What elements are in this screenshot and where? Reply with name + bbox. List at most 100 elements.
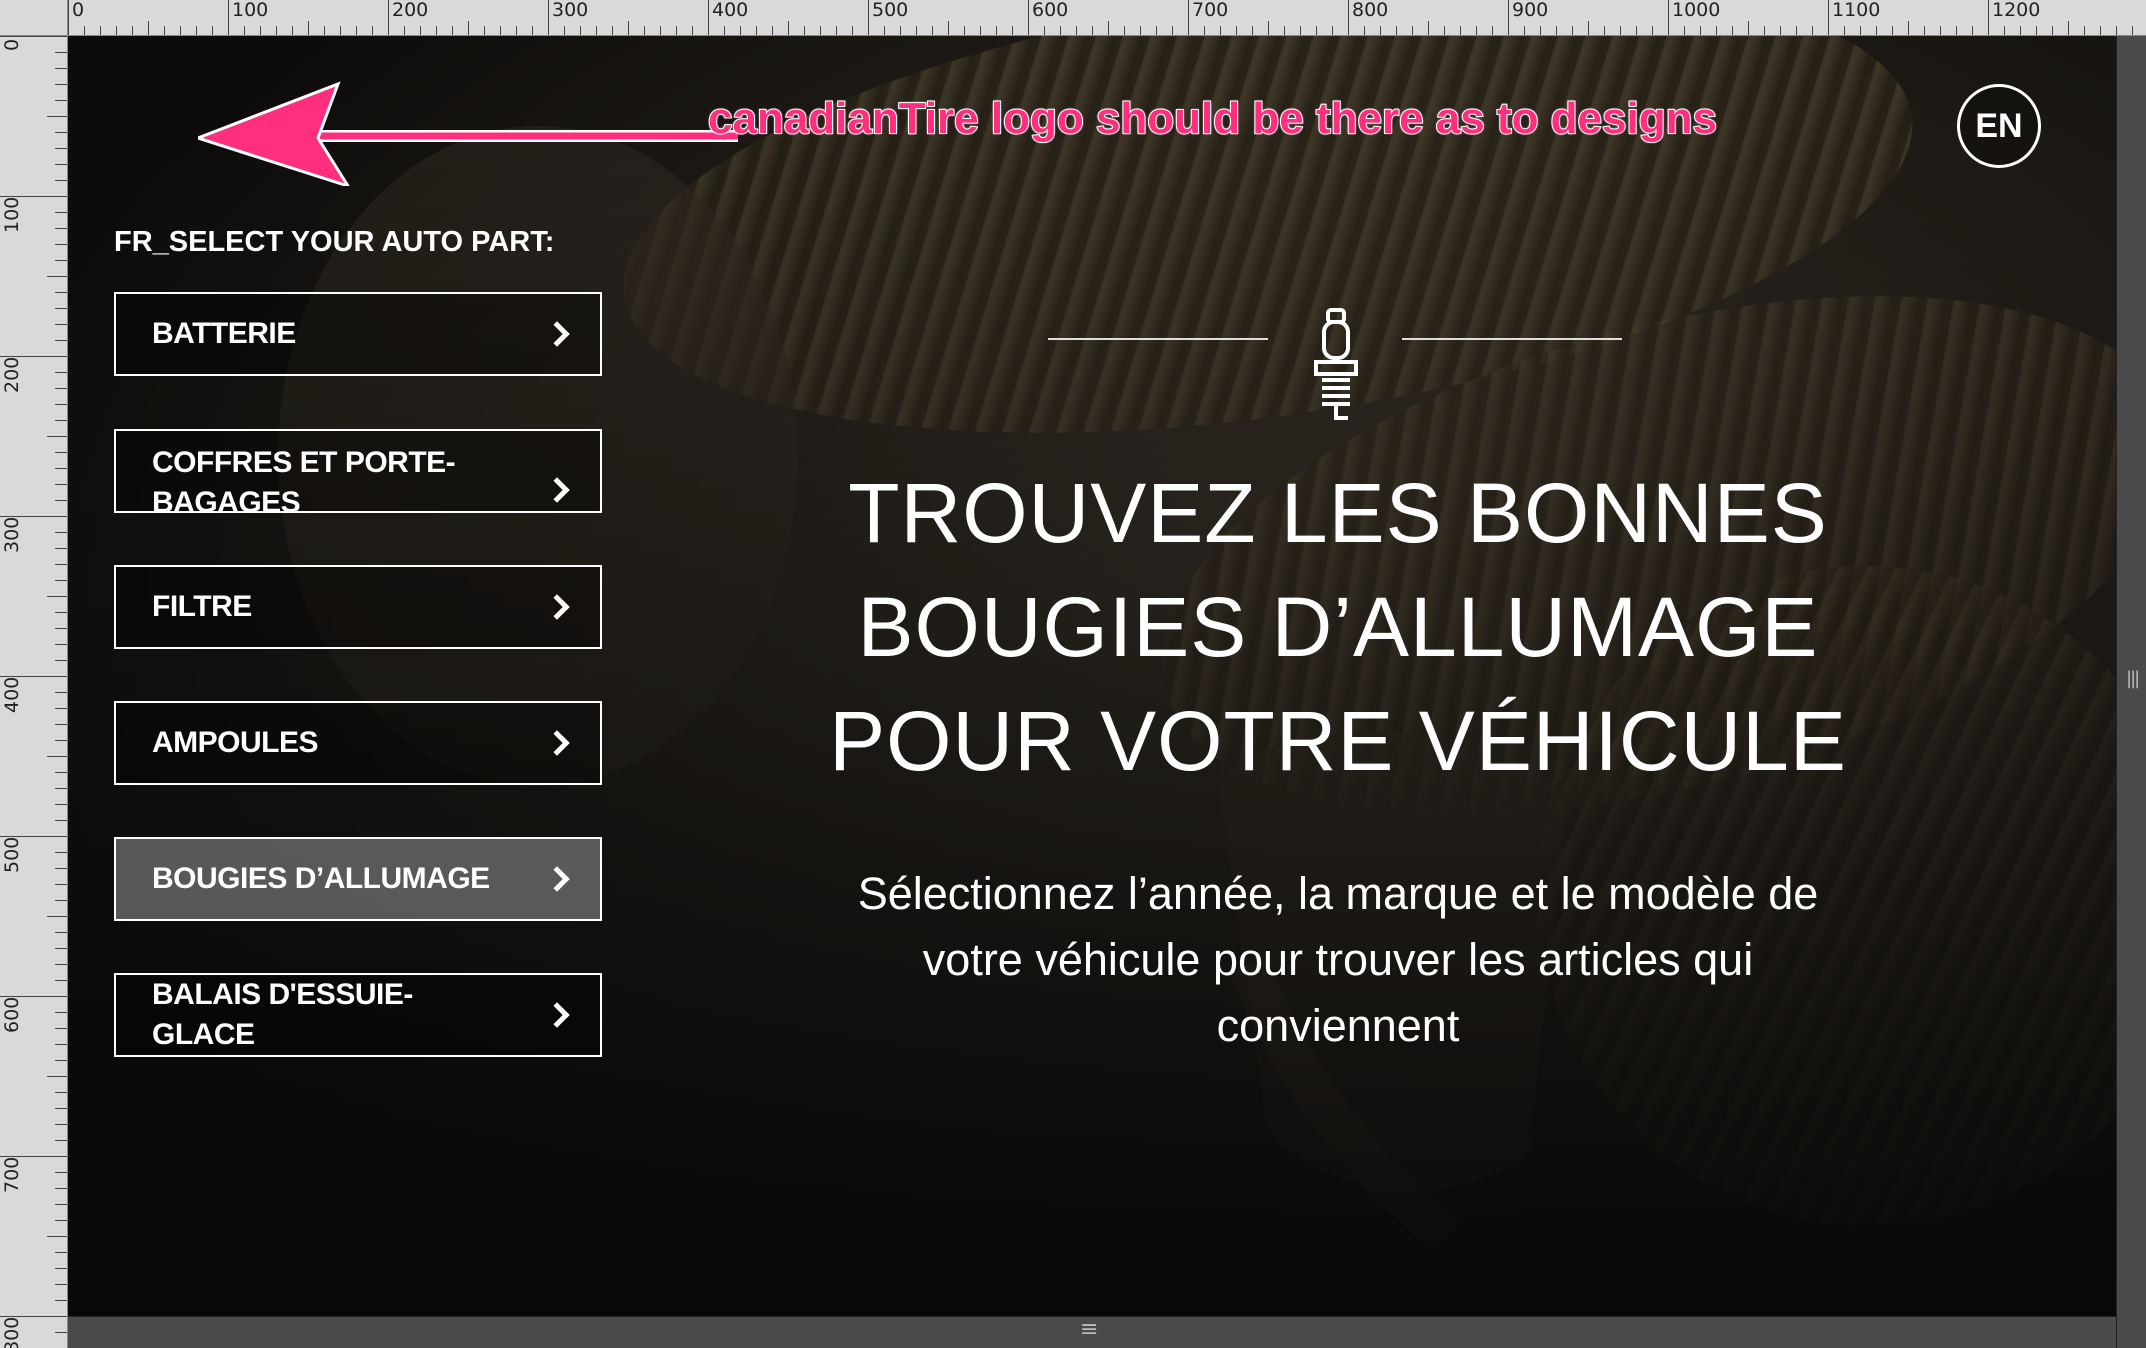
vertical-resize-bar[interactable]: ||| (2116, 36, 2146, 1348)
part-button-filtre[interactable]: FILTRE (114, 565, 602, 649)
ruler-tick (55, 484, 67, 485)
ruler-tick (100, 26, 101, 35)
ruler-tick (1956, 26, 1957, 35)
ruler-tick (1588, 21, 1589, 35)
part-label: BATTERIE (152, 317, 296, 350)
annotation-note: canadianTire logo should be there as to … (707, 93, 1718, 144)
ruler-tick (1140, 26, 1141, 35)
ruler-tick (1012, 26, 1013, 35)
ruler-tick (2036, 26, 2037, 35)
resize-grip-icon: ||| (2126, 668, 2140, 689)
ruler-tick (55, 1252, 67, 1253)
sidebar-title: FR_SELECT YOUR AUTO PART: (114, 226, 555, 258)
ruler-tick (55, 1204, 67, 1205)
ruler-tick (55, 68, 67, 69)
ruler-tick (1220, 26, 1221, 35)
ruler-tick (564, 26, 565, 35)
ruler-tick (676, 26, 677, 35)
ruler-tick (55, 1284, 67, 1285)
ruler-tick (628, 21, 629, 35)
ruler-tick (55, 932, 67, 933)
ruler-tick (1908, 21, 1909, 35)
ruler-tick (1604, 26, 1605, 35)
part-button-coffres[interactable]: COFFRES ET PORTE- BAGAGES (114, 429, 602, 519)
divider-left (1048, 338, 1268, 340)
ruler-tick (55, 228, 67, 229)
ruler-tick (55, 820, 67, 821)
ruler-tick (1620, 26, 1621, 35)
ruler-tick (820, 26, 821, 35)
ruler-tick (1572, 26, 1573, 35)
ruler-tick (55, 388, 67, 389)
ruler-tick (55, 900, 67, 901)
chevron-right-icon (544, 730, 570, 756)
ruler-tick (436, 26, 437, 35)
ruler-tick (55, 532, 67, 533)
ruler-tick (55, 164, 67, 165)
ruler-tick (55, 580, 67, 581)
ruler-tick (1476, 26, 1477, 35)
ruler-label: 300 (552, 0, 589, 21)
ruler-tick (772, 26, 773, 35)
language-toggle-button[interactable]: EN (1957, 84, 2041, 168)
ruler-tick (55, 548, 67, 549)
ruler-tick (55, 244, 67, 245)
ruler-tick (484, 26, 485, 35)
ruler-tick (1428, 21, 1429, 35)
ruler-tick (0, 36, 67, 37)
ruler-tick (1156, 26, 1157, 35)
ruler-tick (2132, 26, 2133, 35)
ruler-tick (468, 21, 469, 35)
ruler-tick (2068, 21, 2069, 35)
ruler-tick (1076, 26, 1077, 35)
ruler-tick (276, 26, 277, 35)
ruler-tick (612, 26, 613, 35)
ruler-tick (55, 1124, 67, 1125)
ruler-tick (1972, 26, 1973, 35)
ruler-tick (55, 852, 67, 853)
ruler-label: 900 (1512, 0, 1549, 21)
ruler-label: 1000 (1672, 0, 1721, 21)
ruler-tick (1636, 26, 1637, 35)
ruler-tick (148, 21, 149, 35)
ruler-tick (1892, 26, 1893, 35)
ruler-tick (55, 1268, 67, 1269)
ruler-tick (1380, 26, 1381, 35)
horizontal-resize-bar[interactable]: ≡ (68, 1316, 2116, 1348)
ruler-tick (916, 26, 917, 35)
ruler-tick (55, 180, 67, 181)
part-button-batterie[interactable]: BATTERIE (114, 292, 602, 376)
ruler-tick (356, 26, 357, 35)
ruler-tick (1924, 26, 1925, 35)
ruler-tick (836, 26, 837, 35)
part-button-bougies[interactable]: BOUGIES D’ALLUMAGE (114, 837, 602, 921)
ruler-tick (260, 26, 261, 35)
ruler-tick (1716, 26, 1717, 35)
ruler-tick (55, 1028, 67, 1029)
ruler-tick (164, 26, 165, 35)
ruler-tick (1460, 26, 1461, 35)
part-label: COFFRES ET PORTE- BAGAGES (152, 443, 512, 523)
ruler-label: 400 (712, 0, 749, 21)
hero-subtitle-line: Sélectionnez l’année, la marque et le mo… (857, 868, 1819, 919)
ruler-tick (532, 26, 533, 35)
ruler-tick (55, 420, 67, 421)
ruler-tick (452, 26, 453, 35)
ruler-tick (55, 100, 67, 101)
ruler-tick (55, 644, 67, 645)
ruler-tick (756, 26, 757, 35)
ruler-tick (55, 564, 67, 565)
ruler-tick (47, 436, 67, 437)
ruler-tick (644, 26, 645, 35)
ruler-tick (1876, 26, 1877, 35)
ruler-tick (196, 26, 197, 35)
hero-title-line: BOUGIES D’ALLUMAGE (857, 580, 1819, 674)
ruler-tick (55, 404, 67, 405)
chevron-right-icon (544, 594, 570, 620)
ruler-tick (1652, 26, 1653, 35)
ruler-tick (1540, 26, 1541, 35)
ruler-label: 500 (1, 836, 23, 873)
part-button-balais[interactable]: BALAIS D'ESSUIE-GLACE (114, 973, 602, 1057)
part-label-line1: COFFRES ET PORTE- (152, 446, 456, 479)
part-button-ampoules[interactable]: AMPOULES (114, 701, 602, 785)
